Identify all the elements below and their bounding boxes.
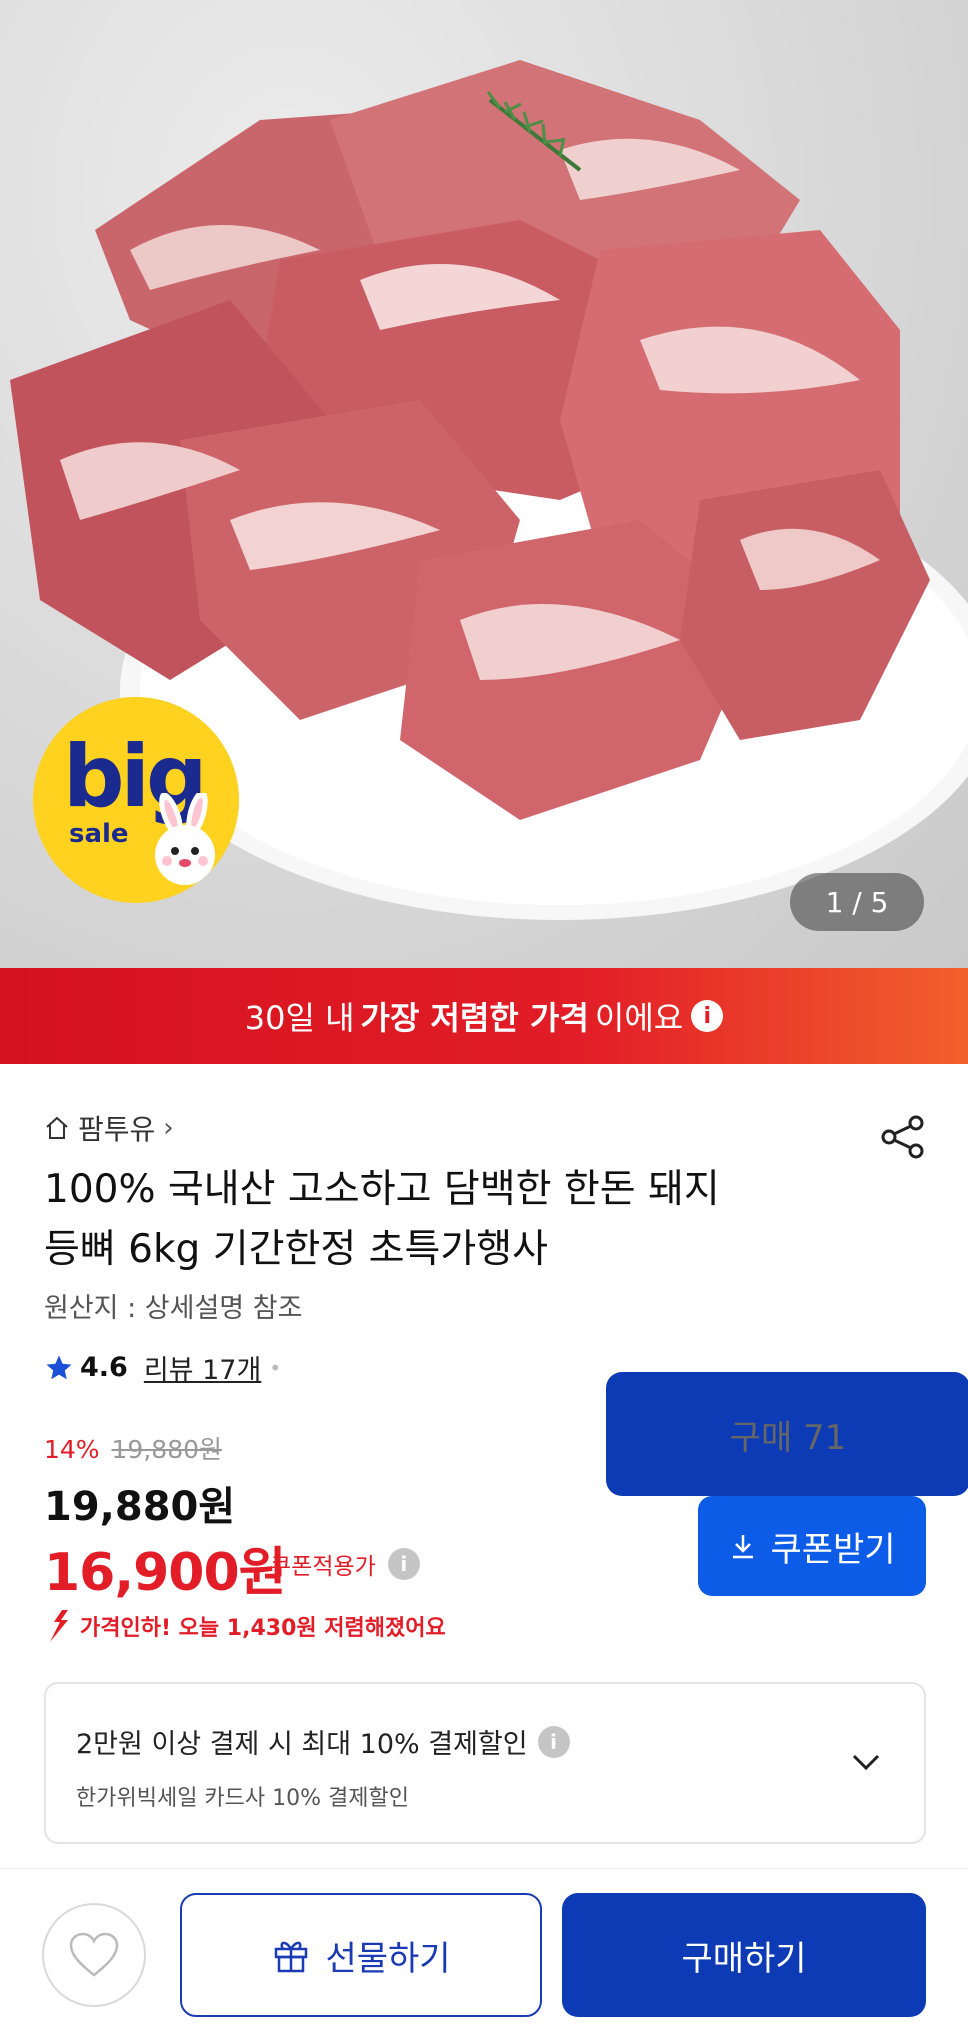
badge-sale-text: sale: [69, 819, 129, 849]
separator-dot: •: [269, 1355, 282, 1380]
coupon-price-label: 쿠폰적용가 i: [270, 1547, 420, 1581]
chevron-down-icon[interactable]: [846, 1742, 886, 1782]
banner-pre-text: 30일 내: [244, 999, 355, 1037]
get-coupon-button[interactable]: 쿠폰받기: [698, 1496, 926, 1596]
original-price: 19,880원: [111, 1435, 223, 1464]
product-title-line2: 등뼈 6kg 기간한정 초특가행사: [44, 1227, 549, 1272]
price-drop-notice: 가격인하! 오늘 1,430원 저렴해졌어요: [44, 1608, 446, 1644]
coupon-button-label: 쿠폰받기: [770, 1529, 896, 1570]
store-name: 팜투유: [78, 1113, 156, 1146]
bottom-action-bar: 선물하기 구매하기: [0, 1868, 968, 2036]
arrow-down-icon: [50, 1610, 68, 1642]
purchase-count: 구매 71: [606, 1372, 968, 1496]
discount-percent: 14%: [44, 1435, 100, 1464]
buy-button-label: 구매하기: [681, 1938, 807, 1979]
rating-row: 4.6 리뷰 17개 • 구매 71: [44, 1348, 968, 1496]
share-icon[interactable]: [880, 1114, 926, 1160]
info-icon[interactable]: i: [691, 1000, 724, 1032]
payment-line2: 한가위빅세일 카드사 10% 결제할인: [76, 1786, 409, 1811]
wishlist-button[interactable]: [42, 1903, 146, 2007]
big-sale-badge: big sale: [33, 697, 239, 903]
sale-price: 19,880원: [44, 1484, 236, 1530]
payment-discount-box[interactable]: 2만원 이상 결제 시 최대 10% 결제할인 i 한가위빅세일 카드사 10%…: [44, 1682, 926, 1844]
gift-button[interactable]: 선물하기: [180, 1893, 542, 2017]
home-icon: [46, 1116, 68, 1139]
coupon-label-text: 쿠폰적용가: [270, 1554, 376, 1580]
review-link[interactable]: 리뷰 17개: [144, 1348, 261, 1387]
info-icon[interactable]: i: [537, 1725, 570, 1758]
lowest-price-banner[interactable]: 30일 내 가장 저렴한 가격 이에요 i: [0, 968, 968, 1064]
buy-button[interactable]: 구매하기: [562, 1893, 926, 2017]
origin-info: 원산지 : 상세설명 참조: [44, 1293, 303, 1324]
discount-row: 14% 19,880원: [44, 1430, 222, 1466]
store-link[interactable]: 팜투유 ›: [44, 1108, 174, 1148]
heart-icon: [69, 1932, 119, 1977]
product-title: 100% 국내산 고소하고 담백한 한돈 돼지 등뼈 6kg 기간한정 초특가행…: [44, 1160, 864, 1280]
download-icon: [733, 1535, 754, 1559]
payment-discount-title: 2만원 이상 결제 시 최대 10% 결제할인 i: [76, 1722, 570, 1761]
gift-icon: [275, 1941, 308, 1973]
rating-score: 4.6: [80, 1352, 128, 1383]
image-counter: 1 / 5: [790, 873, 924, 931]
banner-post-text: 이에요: [594, 999, 684, 1037]
product-title-line1: 100% 국내산 고소하고 담백한 한돈 돼지: [44, 1167, 720, 1212]
chevron-right-icon: ›: [163, 1113, 174, 1143]
rabbit-icon: [155, 793, 215, 885]
gift-button-label: 선물하기: [325, 1938, 451, 1979]
coupon-price: 16,900원: [44, 1543, 287, 1603]
star-icon: [46, 1355, 72, 1379]
price-drop-text: 가격인하! 오늘 1,430원 저렴해졌어요: [80, 1616, 446, 1641]
product-image[interactable]: big sale 1 / 5: [0, 0, 968, 968]
banner-bold-text: 가장 저렴한 가격: [360, 999, 589, 1037]
info-icon[interactable]: i: [387, 1548, 420, 1580]
payment-line1: 2만원 이상 결제 시 최대 10% 결제할인: [76, 1729, 528, 1760]
